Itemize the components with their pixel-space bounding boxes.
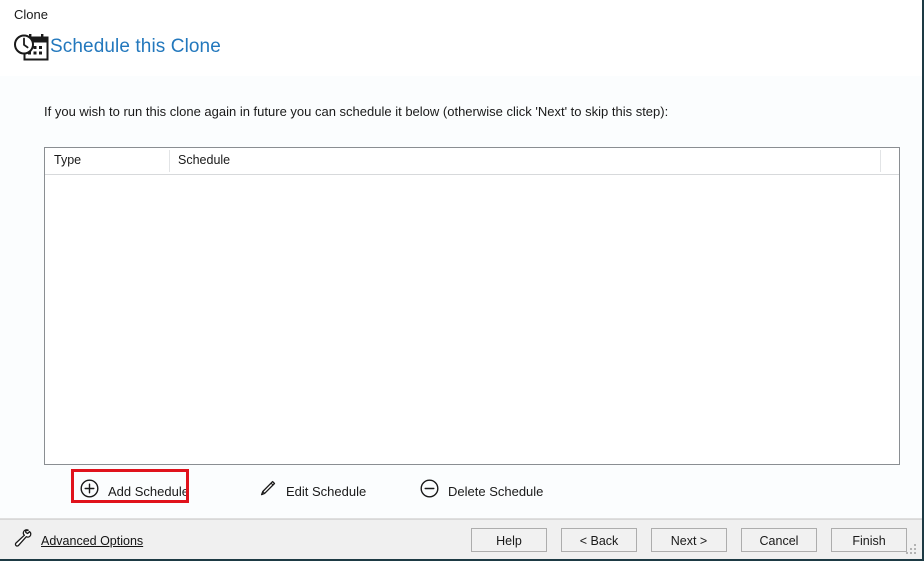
finish-button[interactable]: Finish	[831, 528, 907, 552]
advanced-options-label[interactable]: Advanced Options	[41, 534, 143, 548]
schedule-list-rows[interactable]	[45, 175, 899, 464]
footer-divider	[0, 519, 922, 520]
help-button[interactable]: Help	[471, 528, 547, 552]
edit-schedule-label: Edit Schedule	[286, 483, 367, 499]
instruction-text: If you wish to run this clone again in f…	[44, 104, 669, 119]
column-header-type[interactable]: Type	[54, 153, 81, 167]
wizard-window: Clone Schedule this Clone If you wish to…	[0, 0, 924, 561]
back-button[interactable]: < Back	[561, 528, 637, 552]
window-caption: Clone	[14, 7, 48, 22]
column-header-schedule[interactable]: Schedule	[178, 153, 230, 167]
edit-schedule-button[interactable]: Edit Schedule	[254, 473, 370, 509]
minus-circle-icon	[420, 479, 439, 503]
delete-schedule-button[interactable]: Delete Schedule	[416, 473, 547, 509]
schedule-list[interactable]: Type Schedule	[44, 147, 900, 465]
wrench-icon	[12, 528, 34, 553]
page-body: If you wish to run this clone again in f…	[0, 76, 922, 518]
page-header: Schedule this Clone	[0, 26, 922, 76]
schedule-clock-calendar-icon	[12, 32, 50, 68]
add-schedule-button[interactable]: Add Schedule	[76, 473, 193, 509]
cancel-button[interactable]: Cancel	[741, 528, 817, 552]
schedule-command-bar: Add Schedule Edit Schedule Delete Schedu…	[44, 469, 900, 515]
advanced-options-link[interactable]: Advanced Options	[12, 528, 143, 553]
wizard-footer: Advanced Options Help < Back Next > Canc…	[0, 518, 922, 559]
page-title: Schedule this Clone	[50, 36, 221, 57]
column-divider-1[interactable]	[169, 150, 170, 172]
schedule-list-header: Type Schedule	[45, 148, 899, 175]
delete-schedule-label: Delete Schedule	[448, 483, 544, 499]
pencil-icon	[258, 479, 277, 503]
wizard-button-row: Help < Back Next > Cancel Finish	[471, 528, 907, 552]
resize-grip[interactable]	[905, 543, 918, 556]
next-button[interactable]: Next >	[651, 528, 727, 552]
add-schedule-label: Add Schedule	[108, 483, 189, 499]
plus-circle-icon	[80, 479, 99, 503]
column-divider-2[interactable]	[880, 150, 881, 172]
